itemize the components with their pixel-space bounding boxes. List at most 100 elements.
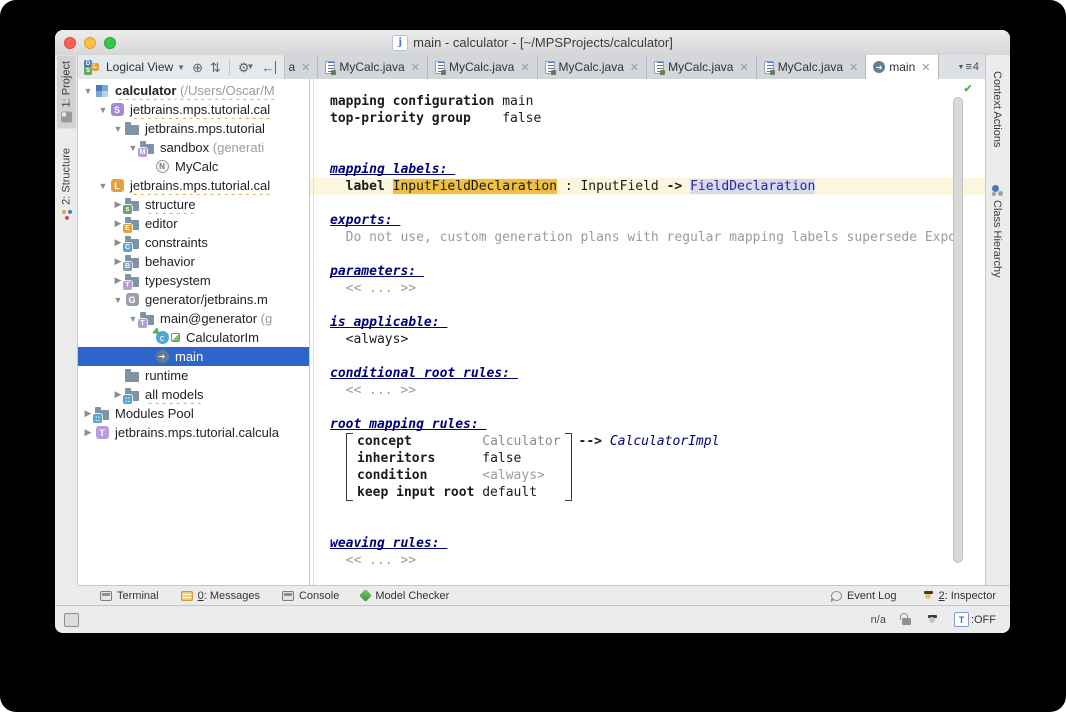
editor-text-segment bbox=[330, 179, 346, 194]
tool-event-log[interactable]: Event Log bbox=[831, 590, 897, 602]
editor-line[interactable]: Do not use, custom generation plans with… bbox=[330, 229, 985, 246]
tree-row-model-folder[interactable]: ▼jetbrains.mps.tutorial bbox=[78, 119, 309, 138]
expanded-arrow-icon[interactable]: ▼ bbox=[82, 86, 94, 96]
tool-inspector[interactable]: 2: Inspector bbox=[923, 590, 996, 602]
editor-line[interactable]: << ... >> bbox=[330, 552, 985, 569]
editor-tab[interactable]: MyCalc.java ✕ bbox=[538, 55, 648, 79]
tool-button-structure[interactable]: 2: Structure bbox=[57, 142, 76, 226]
rule-property-line[interactable]: concept Calculator bbox=[357, 433, 561, 450]
toggle-tool-buttons-icon[interactable] bbox=[64, 613, 79, 627]
editor-line[interactable]: is applicable: bbox=[330, 314, 985, 331]
editor-line[interactable] bbox=[330, 348, 985, 365]
tree-row-solution-sandbox[interactable]: ▼Sjetbrains.mps.tutorial.cal bbox=[78, 100, 309, 119]
hidden-tabs-dropdown[interactable]: ▼ ≡ 4 bbox=[952, 55, 985, 79]
editor-line[interactable] bbox=[330, 195, 985, 212]
expanded-arrow-icon[interactable]: ▼ bbox=[112, 295, 124, 305]
tab-close-icon[interactable]: ✕ bbox=[849, 61, 858, 74]
tree-row-modules-pool[interactable]: ▶::Modules Pool bbox=[78, 404, 309, 423]
tree-row-generator-module[interactable]: ▼Ggenerator/jetbrains.m bbox=[78, 290, 309, 309]
tab-label: MyCalc.java bbox=[559, 60, 624, 74]
rule-property-line[interactable]: keep input root default bbox=[357, 484, 561, 501]
root-mapping-rule-box[interactable]: concept Calculatorinheritors falsecondit… bbox=[346, 433, 985, 501]
close-window-button[interactable] bbox=[64, 37, 76, 49]
editor-line[interactable] bbox=[330, 518, 985, 535]
typesystem-toggle[interactable]: T :OFF bbox=[954, 612, 996, 627]
tree-row-aspect-editor[interactable]: ▶Eeditor bbox=[78, 214, 309, 233]
editor-pane[interactable]: ✔ mapping configuration maintop-priority… bbox=[310, 79, 985, 585]
highlighted-editor-line[interactable]: label InputFieldDeclaration : InputField… bbox=[310, 178, 985, 195]
scrollbar-thumb[interactable] bbox=[953, 97, 963, 563]
settings-gear-button[interactable]: ⚙▼ bbox=[238, 61, 255, 74]
tree-row-model-sandbox[interactable]: ▼Msandbox (generati bbox=[78, 138, 309, 157]
tool-messages[interactable]: 0: Messages bbox=[181, 590, 260, 602]
editor-line[interactable]: parameters: bbox=[330, 263, 985, 280]
sq-icon: G bbox=[124, 292, 140, 307]
tab-close-icon[interactable]: ✕ bbox=[921, 61, 930, 74]
collapsed-arrow-icon[interactable]: ▶ bbox=[82, 427, 94, 438]
tree-row-node-calculatorimpl[interactable]: cCalculatorIm bbox=[78, 328, 309, 347]
editor-tab-partial[interactable]: a✕ bbox=[285, 55, 318, 79]
tab-close-icon[interactable]: ✕ bbox=[411, 61, 420, 74]
minimize-window-button[interactable] bbox=[84, 37, 96, 49]
editor-line[interactable] bbox=[330, 127, 985, 144]
editor-tab[interactable]: MyCalc.java✕ bbox=[757, 55, 867, 79]
tree-row-aspect-structure[interactable]: ▶sstructure bbox=[78, 195, 309, 214]
editor-line[interactable]: << ... >> bbox=[330, 382, 985, 399]
editor-line[interactable]: mapping labels: bbox=[330, 161, 985, 178]
zoom-window-button[interactable] bbox=[104, 37, 116, 49]
tool-button-context-actions[interactable]: Context Actions bbox=[991, 63, 1003, 155]
editor-text-segment: top-priority group bbox=[330, 111, 471, 126]
tree-row-aspect-typesystem[interactable]: ▶Ttypesystem bbox=[78, 271, 309, 290]
tab-close-icon[interactable]: ✕ bbox=[301, 61, 310, 74]
editor-line[interactable]: << ... >> bbox=[330, 280, 985, 297]
tool-button-class-hierarchy[interactable]: Class Hierarchy bbox=[991, 177, 1003, 286]
expanded-arrow-icon[interactable]: ▼ bbox=[97, 105, 109, 115]
editor-tab-active[interactable]: ➜main✕ bbox=[866, 55, 938, 79]
chevron-down-icon[interactable]: ▼ bbox=[177, 63, 185, 72]
tree-row-aspect-constraints[interactable]: ▶Cconstraints bbox=[78, 233, 309, 252]
editor-line[interactable]: <always> bbox=[330, 331, 985, 348]
editor-scrollbar[interactable] bbox=[953, 97, 963, 577]
tool-button-project[interactable]: 1: Project bbox=[57, 55, 76, 128]
tab-close-icon[interactable]: ✕ bbox=[630, 61, 639, 74]
editor-line[interactable]: root mapping rules: bbox=[330, 416, 985, 433]
editor-tab[interactable]: MyCalc.java✕ bbox=[647, 55, 757, 79]
editor-tab[interactable]: MyCalc.java✕ bbox=[318, 55, 428, 79]
editor-line[interactable]: conditional root rules: bbox=[330, 365, 985, 382]
tab-close-icon[interactable]: ✕ bbox=[520, 61, 529, 74]
hide-panel-button[interactable]: ← bbox=[261, 61, 276, 74]
rule-consequence[interactable]: --> CalculatorImpl bbox=[579, 433, 720, 450]
editor-line[interactable]: top-priority group false bbox=[330, 110, 985, 127]
tool-console[interactable]: Console bbox=[282, 590, 339, 602]
editor-line[interactable]: weaving rules: bbox=[330, 535, 985, 552]
editor-line[interactable]: mapping configuration main bbox=[330, 93, 985, 110]
editor-line[interactable] bbox=[330, 297, 985, 314]
editor-tab[interactable]: MyCalc.java✕ bbox=[428, 55, 538, 79]
tree-row-runtime-folder[interactable]: runtime bbox=[78, 366, 309, 385]
editor-line[interactable]: exports: bbox=[330, 212, 985, 229]
tree-row-language-calculator[interactable]: ▼Ljetbrains.mps.tutorial.cal bbox=[78, 176, 309, 195]
tree-row-node-mycalc[interactable]: NMyCalc bbox=[78, 157, 309, 176]
collapse-all-button[interactable]: ⇅ bbox=[210, 61, 221, 74]
expanded-arrow-icon[interactable]: ▼ bbox=[112, 124, 124, 134]
tree-row-project-calculator[interactable]: ▼calculator (/Users/Oscar/M bbox=[78, 81, 309, 100]
rule-property-line[interactable]: inheritors false bbox=[357, 450, 561, 467]
tree-row-node-main[interactable]: ➜main bbox=[78, 347, 309, 366]
tab-close-icon[interactable]: ✕ bbox=[739, 61, 748, 74]
editor-line[interactable] bbox=[330, 399, 985, 416]
editor-line[interactable] bbox=[330, 144, 985, 161]
expanded-arrow-icon[interactable]: ▼ bbox=[97, 181, 109, 191]
unlock-icon[interactable] bbox=[902, 618, 911, 625]
tree-row-generator-main-model[interactable]: ▼Tmain@generator (g bbox=[78, 309, 309, 328]
tree-row-module-tutorial[interactable]: ▶Tjetbrains.mps.tutorial.calcula bbox=[78, 423, 309, 442]
view-selector[interactable]: Logical View bbox=[106, 60, 173, 74]
tree-row-aspect-behavior[interactable]: ▶Bbehavior bbox=[78, 252, 309, 271]
tree-row-all-models[interactable]: ▶::all models bbox=[78, 385, 309, 404]
tool-model-checker[interactable]: Model Checker bbox=[361, 590, 449, 602]
locate-node-button[interactable]: ⊕ bbox=[192, 61, 203, 74]
tool-terminal[interactable]: Terminal bbox=[100, 590, 159, 602]
editor-line[interactable] bbox=[330, 501, 985, 518]
rule-property-line[interactable]: condition <always> bbox=[357, 467, 561, 484]
highlighting-level-icon[interactable] bbox=[927, 614, 938, 625]
editor-line[interactable] bbox=[330, 246, 985, 263]
